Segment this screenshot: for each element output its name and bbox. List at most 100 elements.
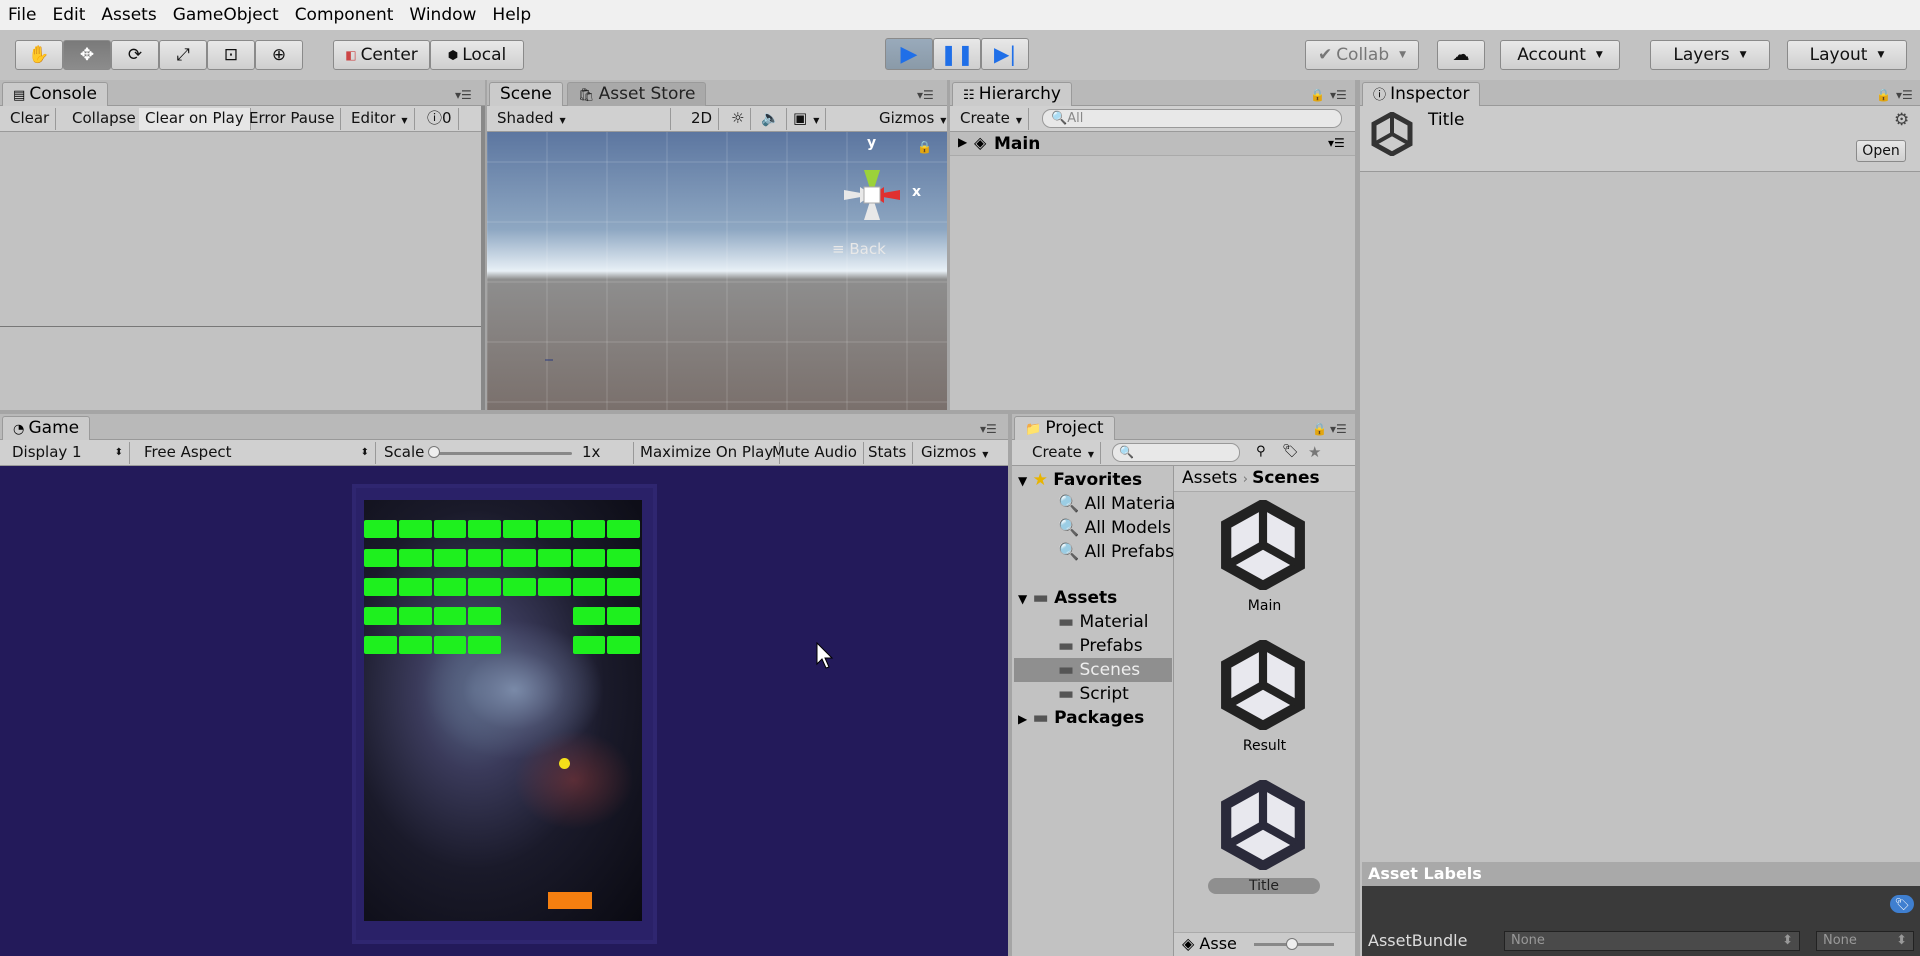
console-error-pause-button[interactable]: Error Pause [243, 108, 342, 130]
scene-gizmos-dropdown[interactable]: Gizmos [873, 108, 952, 130]
scene-asset[interactable]: Main [1174, 500, 1355, 630]
view-label[interactable]: ≡ Back [832, 240, 886, 258]
icon-size-slider-thumb[interactable] [1286, 938, 1298, 950]
menu-file[interactable]: File [0, 5, 44, 25]
star-icon[interactable]: ★ [1308, 443, 1321, 461]
tab-hierarchy[interactable]: ☷ Hierarchy [952, 82, 1072, 106]
scale-slider-track[interactable] [432, 452, 572, 455]
project-create-dropdown[interactable]: Create [1026, 442, 1101, 464]
menu-window[interactable]: Window [401, 5, 484, 25]
folder-item-selected[interactable]: ▬ Scenes [1058, 660, 1140, 680]
stats-toggle[interactable]: Stats [862, 442, 914, 464]
assetbundle-dropdown[interactable]: None ⬍ [1504, 931, 1800, 951]
effects-dropdown[interactable]: ▣ [787, 108, 827, 130]
tab-inspector[interactable]: ⓘ Inspector [1362, 82, 1481, 106]
collapse-arrow-icon[interactable]: ▼ [1018, 592, 1027, 606]
menu-component[interactable]: Component [287, 5, 402, 25]
lock-icon[interactable]: 🔒 [1310, 88, 1325, 102]
menu-edit[interactable]: Edit [44, 5, 93, 25]
rect-tool-button[interactable]: ⊡ [207, 40, 255, 70]
filter-type-icon[interactable]: ⚲ [1256, 444, 1266, 459]
layers-dropdown[interactable]: Layers [1650, 40, 1770, 70]
transform-tool-button[interactable]: ⊕ [255, 40, 303, 70]
packages-group[interactable]: ▶ ▬ Packages [1018, 708, 1144, 728]
open-button[interactable]: Open [1856, 140, 1906, 162]
favorite-item[interactable]: 🔍 All Prefabs [1058, 542, 1174, 562]
breadcrumb-scenes[interactable]: Scenes [1252, 468, 1320, 488]
scene-viewport[interactable]: y x 🔒 ≡ Back [487, 132, 947, 410]
breadcrumb-assets[interactable]: Assets [1182, 468, 1237, 488]
layout-dropdown[interactable]: Layout [1787, 40, 1907, 70]
scale-slider-thumb[interactable] [428, 446, 440, 458]
aspect-dropdown[interactable]: Free Aspect ⬍ [138, 442, 376, 464]
collapse-arrow-icon[interactable]: ▼ [1018, 474, 1027, 488]
assets-group[interactable]: ▼ ▬ Assets [1018, 588, 1117, 608]
variant-dropdown[interactable]: None ⬍ [1816, 931, 1914, 951]
favorite-item[interactable]: 🔍 All Materia [1058, 494, 1175, 514]
tab-game[interactable]: ◔ Game [2, 416, 91, 440]
expand-arrow-icon[interactable]: ▶ [1018, 712, 1027, 726]
scene-asset[interactable]: Title [1174, 780, 1355, 910]
folder-item[interactable]: ▬ Material [1058, 612, 1149, 632]
console-error-count[interactable]: ⓘ0 [421, 108, 459, 130]
tab-console-label: Console [29, 84, 97, 104]
panel-menu-icon[interactable]: ▾☰ [980, 422, 997, 436]
lock-icon[interactable]: 🔒 [1876, 88, 1891, 102]
scale-tool-button[interactable]: ⤢ [159, 40, 207, 70]
scene-root-row[interactable]: ▶ ◈ Main ▾☰ [950, 132, 1355, 156]
row-menu-icon[interactable]: ▾☰ [1328, 136, 1345, 150]
maximize-on-play-toggle[interactable]: Maximize On Play [634, 442, 781, 464]
menu-assets[interactable]: Assets [93, 5, 164, 25]
folder-item[interactable]: ▬ Script [1058, 684, 1129, 704]
filter-label-icon[interactable]: 🏷 [1282, 444, 1299, 459]
panel-menu-icon[interactable]: ▾☰ [455, 88, 472, 102]
tab-asset-store[interactable]: 🛍 Asset Store [567, 82, 707, 106]
tab-console[interactable]: ▤ Console [2, 82, 108, 106]
shading-mode-dropdown[interactable]: Shaded [491, 108, 671, 130]
panel-menu-icon[interactable]: ▾☰ [1896, 88, 1913, 102]
tab-project[interactable]: 📁 Project [1014, 416, 1115, 440]
folder-item[interactable]: ▬ Prefabs [1058, 636, 1143, 656]
gear-icon[interactable]: ⚙ [1894, 110, 1909, 130]
game-viewport[interactable] [0, 466, 1008, 956]
menu-gameobject[interactable]: GameObject [165, 5, 287, 25]
play-button[interactable]: ▶ [885, 38, 933, 70]
account-dropdown[interactable]: Account [1500, 40, 1620, 70]
console-scrollbar[interactable] [481, 106, 485, 410]
lighting-toggle[interactable]: ☼ [725, 108, 752, 130]
2d-toggle[interactable]: 2D [685, 108, 720, 130]
favorites-group[interactable]: ▼ ★ Favorites [1018, 470, 1142, 490]
panel-menu-icon[interactable]: ▾☰ [1330, 422, 1347, 436]
step-button[interactable]: ▶| [981, 38, 1029, 70]
console-clear-on-play-button[interactable]: Clear on Play [139, 108, 251, 130]
panel-menu-icon[interactable]: ▾☰ [1330, 88, 1347, 102]
audio-toggle[interactable]: 🔈 [755, 108, 787, 130]
console-collapse-button[interactable]: Collapse [66, 108, 143, 130]
hierarchy-search-input[interactable]: 🔍All [1042, 109, 1342, 128]
pivot-center-button[interactable]: ◧ Center [333, 40, 430, 70]
rotate-tool-button[interactable]: ⟳ [111, 40, 159, 70]
game-gizmos-dropdown[interactable]: Gizmos [915, 442, 994, 464]
menu-help[interactable]: Help [484, 5, 539, 25]
label-tag-icon[interactable]: 🏷 [1890, 895, 1914, 913]
hand-tool-button[interactable]: ✋ [15, 40, 63, 70]
cloud-button[interactable]: ☁ [1437, 40, 1485, 70]
mute-audio-toggle[interactable]: Mute Audio [766, 442, 864, 464]
panel-menu-icon[interactable]: ▾☰ [917, 88, 934, 102]
collab-dropdown[interactable]: ✔ Collab [1305, 40, 1419, 70]
lock-icon[interactable]: 🔒 [1312, 422, 1327, 436]
pivot-local-button[interactable]: ⬢ Local [430, 40, 524, 70]
pause-button[interactable]: ❚❚ [933, 38, 981, 70]
console-editor-dropdown[interactable]: Editor [345, 108, 415, 130]
console-clear-button[interactable]: Clear [4, 108, 57, 130]
tab-scene[interactable]: Scene [489, 82, 563, 106]
project-search-input[interactable]: 🔍 [1112, 443, 1240, 462]
brick [398, 636, 432, 654]
expand-arrow-icon[interactable]: ▶ [958, 135, 967, 149]
scene-asset[interactable]: Result [1174, 640, 1355, 770]
display-dropdown[interactable]: Display 1 ⬍ [6, 442, 130, 464]
hierarchy-create-dropdown[interactable]: Create [954, 108, 1029, 130]
favorite-item[interactable]: 🔍 All Models [1058, 518, 1171, 538]
move-tool-button[interactable]: ✥ [63, 40, 111, 70]
lock-icon[interactable]: 🔒 [917, 140, 932, 154]
